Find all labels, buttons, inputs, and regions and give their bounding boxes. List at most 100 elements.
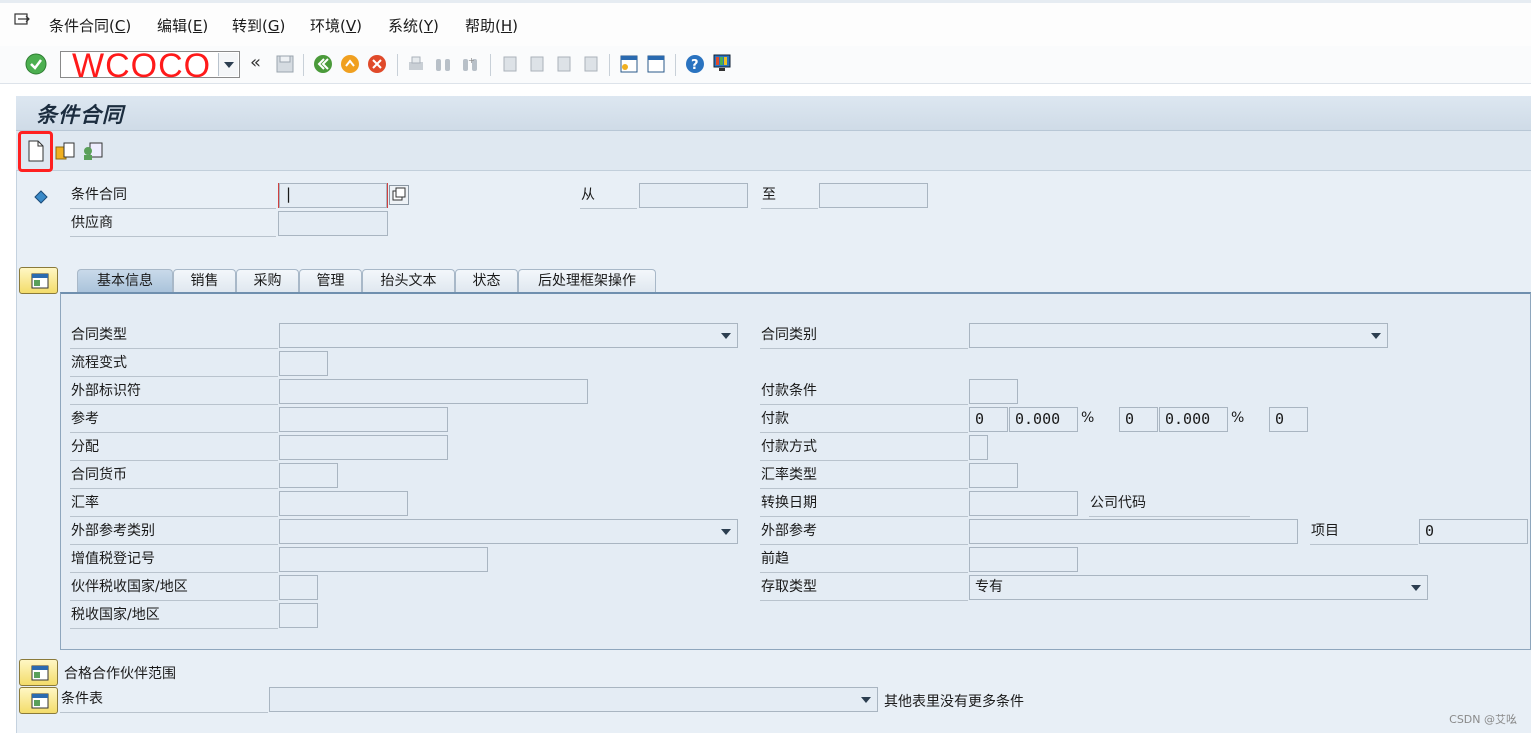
collapse-icon[interactable]: « [250, 52, 261, 73]
payment-days-1-input[interactable]: 0 [969, 407, 1008, 432]
help-icon[interactable]: ? [685, 54, 705, 74]
process-variant-label: 流程变式 [70, 352, 278, 377]
copy-from-icon[interactable] [55, 141, 77, 161]
cancel-icon[interactable] [367, 54, 387, 74]
multiple-selection-icon[interactable] [389, 185, 409, 205]
previous-page-icon[interactable] [527, 54, 547, 74]
chevron-down-icon [861, 697, 871, 703]
tab-post-processing[interactable]: 后处理框架操作 [518, 269, 656, 293]
item-label: 项目 [1310, 520, 1418, 545]
toolbar-separator [675, 54, 676, 76]
exit-icon[interactable] [340, 54, 360, 74]
payment-percent-2-input[interactable]: 0.000 [1159, 407, 1228, 432]
partner-scope-button[interactable] [19, 659, 58, 686]
menu-bar [0, 0, 1531, 46]
tab-purchasing[interactable]: 采购 [236, 269, 299, 293]
contract-currency-label: 合同货币 [70, 464, 278, 489]
access-type-label: 存取类型 [760, 576, 968, 601]
rate-type-input[interactable] [969, 463, 1018, 488]
menu-edit[interactable]: 编辑(E) [157, 15, 208, 36]
ext-ref-type-label: 外部参考类别 [70, 520, 278, 545]
contract-category-select[interactable] [969, 323, 1388, 348]
application-toolbar [16, 131, 1531, 171]
save-icon[interactable] [275, 54, 295, 74]
find-icon[interactable] [433, 54, 453, 74]
payment-days-3-input[interactable]: 0 [1269, 407, 1308, 432]
partner-tax-country-label: 伙伴税收国家/地区 [70, 576, 278, 601]
print-icon[interactable] [406, 54, 426, 74]
conversion-date-input[interactable] [969, 491, 1078, 516]
menu-system[interactable]: 系统(Y) [388, 15, 439, 36]
company-code-label: 公司代码 [1089, 492, 1250, 517]
payment-percent-1-input[interactable]: 0.000 [1009, 407, 1078, 432]
tax-country-input[interactable] [279, 603, 318, 628]
access-type-select[interactable]: 专有 [969, 575, 1428, 600]
toolbar-separator [303, 54, 304, 76]
exchange-rate-label: 汇率 [70, 492, 278, 517]
exchange-rate-input[interactable] [279, 491, 408, 516]
contract-type-select[interactable] [279, 323, 738, 348]
last-page-icon[interactable] [581, 54, 601, 74]
screen-area-icon [31, 665, 49, 681]
command-field-value: WCOCO [72, 47, 212, 85]
new-session-icon[interactable] [619, 54, 639, 74]
predecessor-label: 前趋 [760, 548, 968, 573]
payment-label: 付款 [760, 408, 968, 433]
menu-environment[interactable]: 环境(V) [310, 15, 362, 36]
enter-check-icon[interactable] [25, 53, 47, 75]
shortcut-icon[interactable] [646, 54, 666, 74]
expand-header-button[interactable] [19, 267, 58, 294]
menu-goto[interactable]: 转到(G) [232, 15, 285, 36]
predecessor-input[interactable] [969, 547, 1078, 572]
payment-terms-input[interactable] [969, 379, 1018, 404]
tab-basic-info[interactable]: 基本信息 [77, 269, 173, 293]
next-page-icon[interactable] [554, 54, 574, 74]
assignment-label: 分配 [70, 436, 278, 461]
payment-method-input[interactable] [969, 435, 988, 460]
process-variant-input[interactable] [279, 351, 328, 376]
chevron-down-icon [224, 62, 234, 68]
tab-status[interactable]: 状态 [455, 269, 518, 293]
tab-sales[interactable]: 销售 [173, 269, 236, 293]
contract-currency-input[interactable] [279, 463, 338, 488]
item-input[interactable]: 0 [1419, 519, 1528, 544]
menu-condition-contract[interactable]: 条件合同(C) [49, 15, 131, 36]
from-input[interactable] [639, 183, 748, 208]
vendor-input[interactable] [278, 211, 388, 236]
system-menu-icon[interactable] [14, 13, 30, 27]
no-more-conditions-text: 其他表里没有更多条件 [884, 694, 1024, 710]
svg-text:?: ? [691, 58, 699, 73]
first-page-icon[interactable] [500, 54, 520, 74]
chevron-down-icon [1411, 585, 1421, 591]
partner-tax-country-input[interactable] [279, 575, 318, 600]
command-history-dropdown[interactable] [218, 53, 238, 76]
vat-reg-input[interactable] [279, 547, 488, 572]
status-diamond-icon [34, 190, 48, 204]
access-type-value: 专有 [975, 579, 1003, 595]
condition-table-button[interactable] [19, 687, 58, 714]
contract-input[interactable]: | [278, 183, 388, 208]
layout-settings-icon[interactable] [712, 53, 732, 73]
toolbar-separator [490, 54, 491, 76]
ext-reference-input[interactable] [969, 519, 1298, 544]
chevron-down-icon [1371, 333, 1381, 339]
condition-table-select[interactable] [269, 687, 878, 712]
reference-input[interactable] [279, 407, 448, 432]
reference-label: 参考 [70, 408, 278, 433]
assignment-input[interactable] [279, 435, 448, 460]
tab-administration[interactable]: 管理 [299, 269, 362, 293]
external-id-input[interactable] [279, 379, 588, 404]
percent-sign-2: % [1231, 410, 1245, 426]
find-next-icon[interactable]: + [460, 54, 480, 74]
ext-reference-label: 外部参考 [760, 520, 968, 545]
payment-days-2-input[interactable]: 0 [1119, 407, 1158, 432]
tab-header-text[interactable]: 抬头文本 [362, 269, 455, 293]
payment-terms-label: 付款条件 [760, 380, 968, 405]
rate-type-label: 汇率类型 [760, 464, 968, 489]
to-input[interactable] [819, 183, 928, 208]
other-contract-icon[interactable] [82, 141, 104, 161]
menu-help[interactable]: 帮助(H) [465, 15, 518, 36]
toolbar-separator [609, 54, 610, 76]
back-icon[interactable] [313, 54, 333, 74]
ext-ref-type-select[interactable] [279, 519, 738, 544]
